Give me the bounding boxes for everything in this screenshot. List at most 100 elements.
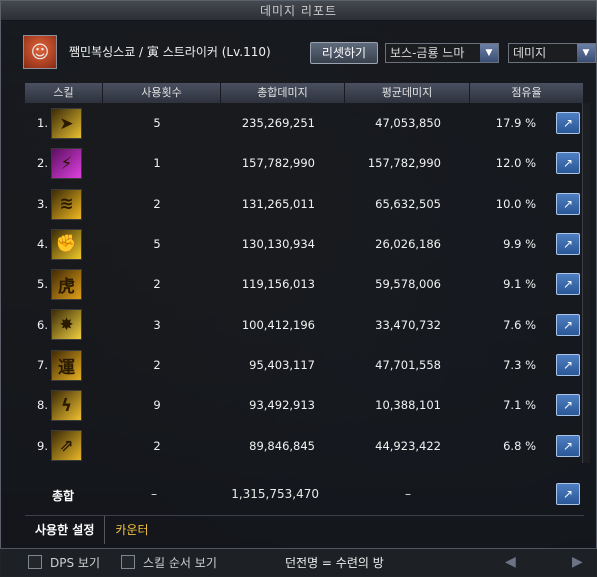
table-row: 3. ≋ 2 131,265,011 65,632,505 10.0 % ↗ (25, 184, 584, 224)
table-row: 5. 虎 2 119,156,013 59,578,006 9.1 % ↗ (25, 264, 584, 304)
share-button[interactable]: ↗ (556, 353, 580, 376)
average-damage: 59,578,006 (375, 277, 441, 292)
share-button[interactable]: ↗ (556, 192, 580, 215)
total-damage: 157,782,990 (241, 156, 315, 171)
table-row: 4. ✊ 5 130,130,934 26,026,186 9.9 % ↗ (25, 224, 584, 264)
share-button[interactable]: ↗ (556, 313, 580, 336)
share-button[interactable]: ↗ (556, 233, 580, 256)
share-button[interactable]: ↗ (556, 112, 580, 135)
share-total-button[interactable]: ↗ (556, 483, 580, 505)
row-index: 2. (37, 156, 48, 171)
triple-slash-icon[interactable]: ≋ (51, 188, 82, 220)
strike-arrow-icon[interactable]: ➤ (51, 108, 82, 139)
share-icon: ↗ (562, 237, 574, 252)
use-count: 2 (153, 277, 161, 292)
share-value: 7.3 (503, 357, 522, 372)
reset-button[interactable]: 리셋하기 (310, 42, 378, 64)
row-index: 7. (37, 357, 48, 372)
row-index: 1. (37, 116, 48, 131)
dash-strike-icon[interactable]: ⇗ (51, 430, 82, 462)
use-count: 5 (153, 116, 161, 131)
use-count: 2 (153, 438, 161, 453)
fist-burst-icon[interactable]: ✊ (51, 228, 82, 260)
table-row: 7. 運 2 95,403,117 47,701,558 7.3 % ↗ (25, 345, 584, 385)
use-count: 2 (153, 357, 161, 372)
tiger-glyph-icon[interactable]: 虎 (51, 269, 82, 301)
spark-burst-icon[interactable]: ✸ (51, 309, 82, 341)
table-row: 6. ✸ 3 100,412,196 33,470,732 7.6 % ↗ (25, 304, 584, 344)
share-percent: 7.3 % (470, 358, 550, 372)
share-percent: 12.0 % (470, 156, 550, 170)
damage-report-window: 데미지 리포트 ☺ 쨈민복싱스쿄 / 寅 스트라이커 (Lv.110) 리셋하기… (0, 0, 597, 577)
total-label: 총합 (52, 489, 75, 503)
chevron-down-icon[interactable]: ▼ (577, 44, 595, 62)
lightning-claw-icon[interactable]: ⚡ (51, 148, 82, 180)
total-damage: 235,269,251 (241, 116, 315, 131)
dps-view-label: DPS 보기 (50, 556, 100, 570)
table-body: 1. ➤ 5 235,269,251 47,053,850 17.9 % ↗ 2. ⚡ 1 157,… (25, 103, 584, 466)
share-value: 7.1 (503, 398, 522, 413)
average-damage: 47,053,850 (375, 116, 441, 131)
total-average: – (405, 487, 411, 501)
share-icon: ↗ (562, 357, 574, 372)
share-unit: % (525, 116, 536, 131)
share-icon: ↗ (562, 317, 574, 332)
share-value: 17.9 (495, 116, 522, 131)
share-value: 9.9 (503, 237, 522, 252)
fortune-glyph-icon[interactable]: 運 (51, 349, 82, 381)
share-button[interactable]: ↗ (556, 273, 580, 296)
tab-used-settings[interactable]: 사용한 설정 (25, 516, 104, 544)
average-damage: 33,470,732 (375, 317, 441, 332)
share-icon: ↗ (562, 487, 574, 501)
tab-counter[interactable]: 카운터 (104, 515, 158, 544)
table-header: 스킬 사용횟수 총합데미지 평균데미지 점유율 (25, 83, 584, 103)
share-icon: ↗ (562, 156, 574, 171)
chevron-down-icon[interactable]: ▼ (480, 44, 498, 62)
scrollbar[interactable] (582, 103, 590, 463)
average-damage: 65,632,505 (375, 196, 441, 211)
average-damage: 10,388,101 (375, 398, 441, 413)
share-percent: 9.1 % (470, 277, 550, 291)
total-row: 총합 – 1,315,753,470 – ↗ (25, 475, 584, 515)
share-value: 10.0 (495, 196, 522, 211)
share-button[interactable]: ↗ (556, 152, 580, 175)
share-button[interactable]: ↗ (556, 434, 580, 457)
col-total-damage: 총합데미지 (221, 83, 345, 103)
use-count: 2 (153, 196, 161, 211)
total-count: – (151, 487, 157, 501)
share-unit: % (525, 398, 536, 413)
average-damage: 47,701,558 (375, 357, 441, 372)
skill-order-checkbox[interactable] (121, 555, 135, 569)
total-damage: 131,265,011 (241, 196, 315, 211)
share-button[interactable]: ↗ (556, 394, 580, 417)
share-percent: 7.1 % (470, 398, 550, 412)
col-average-damage: 평균데미지 (345, 83, 470, 103)
total-damage: 119,156,013 (241, 277, 315, 292)
share-icon: ↗ (562, 116, 574, 131)
share-value: 6.8 (503, 438, 522, 453)
damage-type-select[interactable]: 데미지 ▼ (508, 43, 596, 63)
dungeon-name: 던전명 = 수련의 방 (285, 556, 384, 570)
bottom-bar: DPS 보기 스킬 순서 보기 던전명 = 수련의 방 ◀ ▶ (0, 548, 597, 577)
share-icon: ↗ (562, 438, 574, 453)
table-row: 2. ⚡ 1 157,782,990 157,782,990 12.0 % ↗ (25, 143, 584, 183)
share-icon: ↗ (562, 277, 574, 292)
share-percent: 7.6 % (470, 318, 550, 332)
dps-view-checkbox[interactable] (28, 555, 42, 569)
arrow-left-icon[interactable]: ◀ (505, 554, 516, 570)
total-damage: 89,846,845 (249, 438, 315, 453)
boss-select-value: 보스-금룡 느마 (390, 46, 465, 60)
row-index: 8. (37, 398, 48, 413)
window-title[interactable]: 데미지 리포트 (1, 1, 596, 21)
row-index: 9. (37, 438, 48, 453)
zigzag-bolt-icon[interactable]: ϟ (51, 390, 82, 422)
skill-damage-table: 스킬 사용횟수 총합데미지 평균데미지 점유율 1. ➤ 5 235,269,251 4… (25, 83, 584, 466)
arrow-right-icon[interactable]: ▶ (572, 554, 583, 570)
report-header: ☺ 쨈민복싱스쿄 / 寅 스트라이커 (Lv.110) 리셋하기 보스-금룡 느… (23, 31, 596, 71)
share-value: 12.0 (495, 156, 522, 171)
use-count: 3 (153, 317, 161, 332)
share-value: 7.6 (503, 317, 522, 332)
share-unit: % (525, 357, 536, 372)
boss-select[interactable]: 보스-금룡 느마 ▼ (385, 43, 499, 63)
total-damage: 93,492,913 (249, 398, 315, 413)
